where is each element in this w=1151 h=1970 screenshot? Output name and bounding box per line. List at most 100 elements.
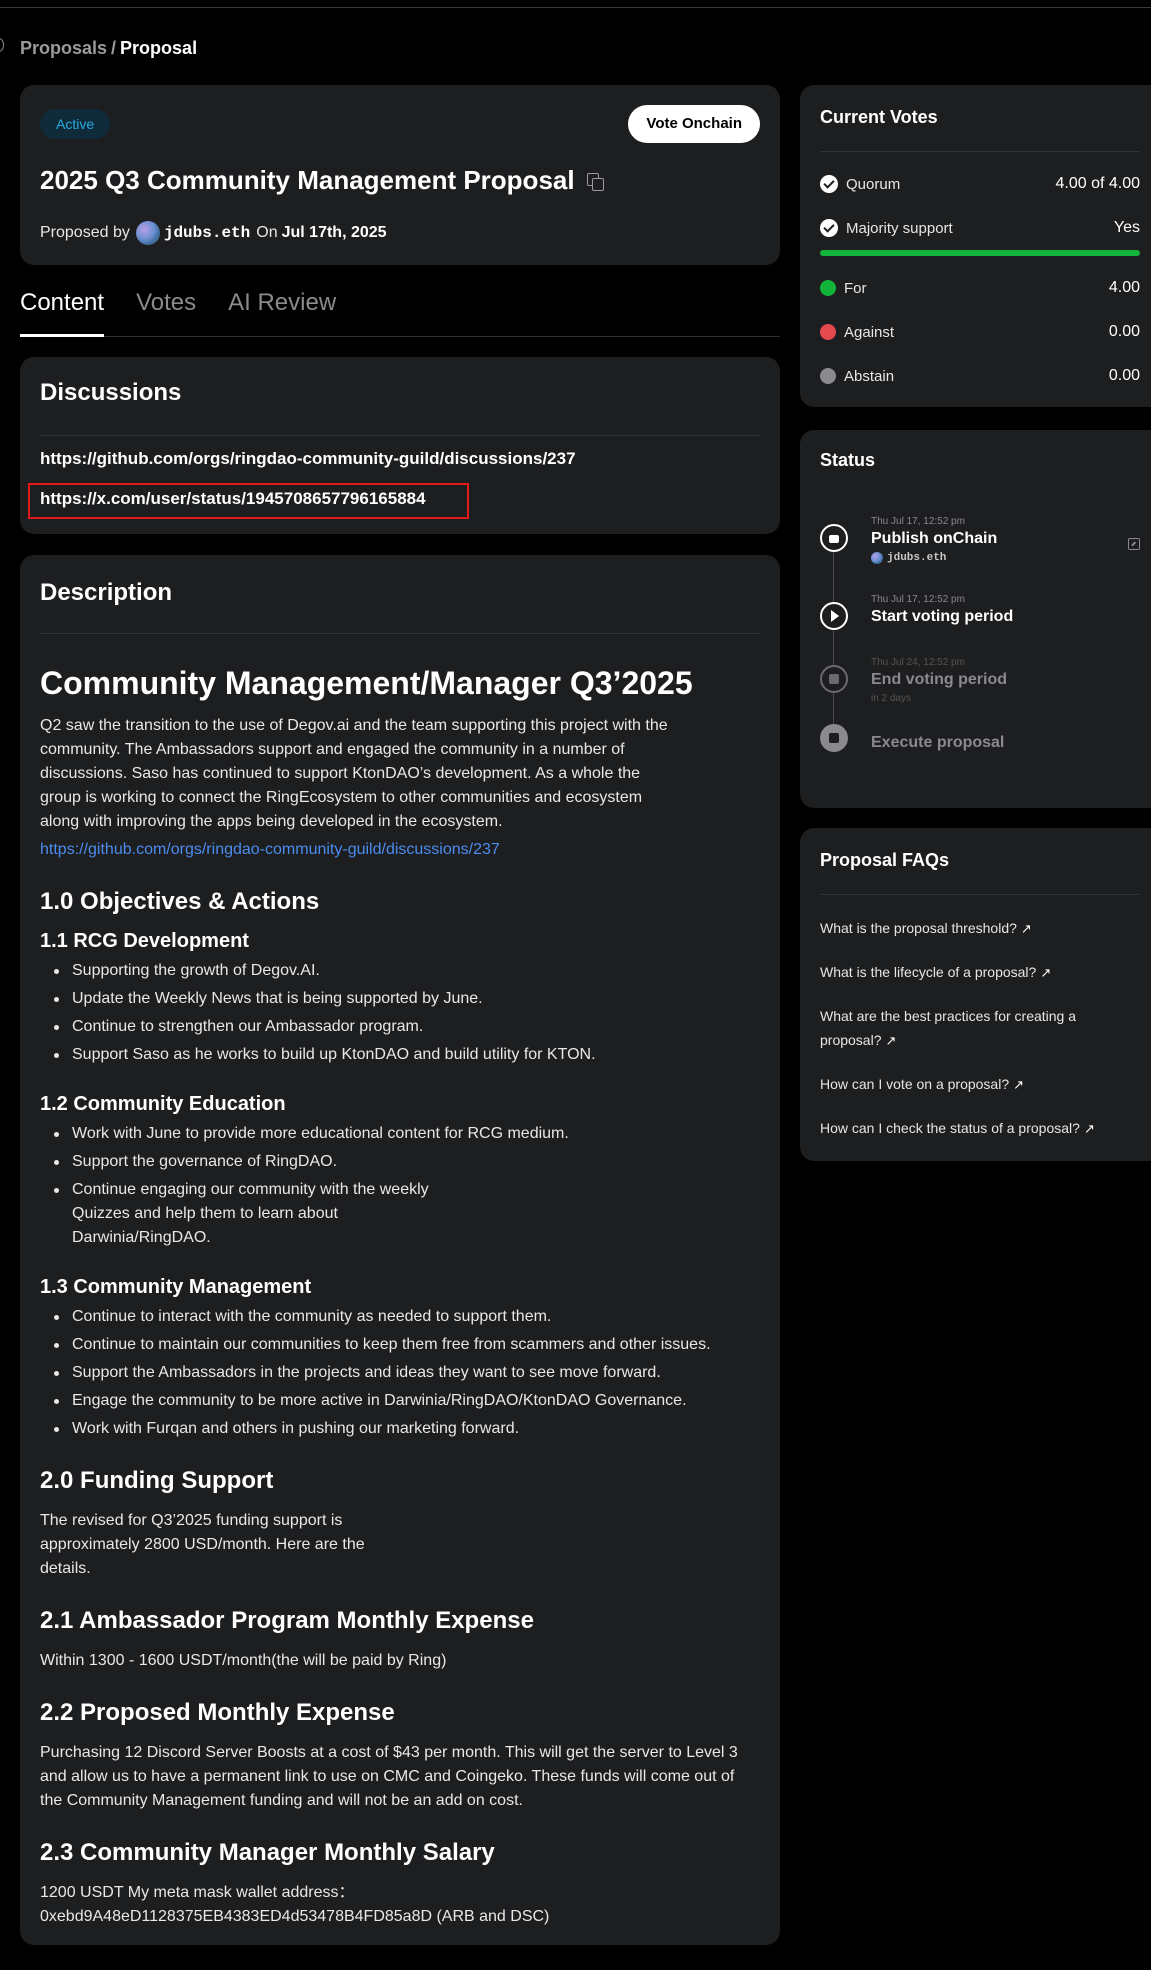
highlight-box	[28, 483, 469, 519]
arrow-up-right-icon: ↗	[1013, 1077, 1025, 1092]
stop-icon	[820, 665, 848, 693]
faq-question[interactable]: How can I vote on a proposal?	[820, 1076, 1009, 1092]
avatar	[871, 552, 883, 564]
list-item: Continue engaging our community with the…	[52, 1178, 472, 1250]
list-item: Support the Ambassadors in the projects …	[52, 1361, 760, 1385]
divider	[40, 633, 760, 634]
external-link-icon[interactable]	[1128, 538, 1140, 550]
step-name: Start voting period	[871, 608, 1014, 625]
step-time: Thu Jul 17, 12:52 pm	[871, 594, 965, 605]
author-link[interactable]: jdubs.eth	[164, 224, 250, 242]
section-heading: 1.3 Community Management	[40, 1276, 312, 1298]
step-time: Thu Jul 24, 12:52 pm	[871, 657, 965, 668]
faq-item[interactable]: What are the best practices for creating…	[820, 1004, 1100, 1053]
tab-ai-review[interactable]: AI Review	[228, 285, 336, 337]
description-body: Community Management/Manager Q3’2025 Q2 …	[40, 665, 760, 1929]
for-label: For	[844, 279, 867, 297]
list-item: Supporting the growth of Degov.AI.	[52, 959, 760, 983]
publish-icon	[820, 524, 848, 552]
check-icon	[820, 175, 838, 193]
status-title: Status	[820, 450, 876, 470]
intro-link[interactable]: https://github.com/orgs/ringdao-communit…	[40, 838, 760, 862]
majority-row: Majority support Yes	[820, 216, 1140, 240]
on-label: On	[256, 224, 278, 241]
faq-item[interactable]: How can I vote on a proposal? ↗	[820, 1072, 1110, 1097]
for-dot-icon	[820, 280, 836, 296]
breadcrumb-proposals-link[interactable]: Proposals	[20, 38, 107, 58]
abstain-label: Abstain	[844, 367, 895, 385]
faq-question[interactable]: What is the lifecycle of a proposal?	[820, 964, 1036, 980]
current-votes-title: Current Votes	[820, 107, 938, 127]
status-card: Status Thu Jul 17, 12:52 pm Publish onCh…	[800, 430, 1151, 808]
description-heading: Community Management/Manager Q3’2025	[40, 665, 693, 701]
arrow-up-right-icon: ↗	[1040, 965, 1052, 980]
timeline-step-end-voting: Thu Jul 24, 12:52 pm End voting period i…	[820, 657, 1140, 707]
proposal-header-card: Active Vote Onchain 2025 Q3 Community Ma…	[20, 85, 780, 265]
copy-icon[interactable]	[586, 173, 605, 192]
proposal-date: Jul 17th, 2025	[281, 224, 387, 241]
list-item: Support the governance of RingDAO.	[52, 1150, 760, 1174]
majority-value: Yes	[1113, 219, 1140, 236]
avatar	[135, 221, 160, 245]
arrow-up-right-icon: ↗	[1083, 1121, 1095, 1136]
faq-question[interactable]: What is the proposal threshold?	[820, 920, 1017, 936]
timeline-step-start-voting: Thu Jul 17, 12:52 pm Start voting period	[820, 594, 1140, 634]
list-item: Engage the community to be more active i…	[52, 1389, 760, 1413]
step-name: Publish onChain	[871, 530, 998, 547]
arrow-up-right-icon: ↗	[1020, 921, 1032, 936]
majority-label: Majority support	[846, 219, 953, 237]
check-icon	[820, 219, 838, 237]
status-badge: Active	[40, 109, 111, 139]
against-label: Against	[844, 323, 895, 341]
list-item: Support Saso as he works to build up Kto…	[52, 1043, 760, 1067]
quorum-value: 4.00 of 4.00	[1055, 175, 1140, 192]
abstain-dot-icon	[820, 368, 836, 384]
vote-onchain-button[interactable]: Vote Onchain	[628, 105, 760, 143]
page-title: 2025 Q3 Community Management Proposal	[40, 165, 605, 196]
back-icon[interactable]	[0, 38, 4, 52]
step-name: Execute proposal	[871, 734, 1005, 751]
execute-icon	[820, 724, 848, 752]
section-heading: 1.1 RCG Development	[40, 930, 249, 952]
faq-question[interactable]: How can I check the status of a proposal…	[820, 1120, 1080, 1136]
divider	[820, 151, 1140, 152]
monthly-expense-text: Purchasing 12 Discord Server Boosts at a…	[40, 1744, 738, 1809]
for-row: For 4.00	[820, 276, 1140, 300]
breadcrumb-separator: /	[111, 38, 117, 58]
step-name: End voting period	[871, 671, 1007, 688]
divider	[40, 435, 760, 436]
support-progress-fill	[820, 250, 1140, 256]
quorum-row: Quorum 4.00 of 4.00	[820, 172, 1140, 196]
list: Work with June to provide more education…	[52, 1122, 760, 1250]
section-heading: 1.2 Community Education	[40, 1093, 286, 1115]
description-title: Description	[40, 579, 173, 606]
timeline-step-publish: Thu Jul 17, 12:52 pm Publish onChain jdu…	[820, 516, 1140, 576]
section-heading: 2.3 Community Manager Monthly Salary	[40, 1839, 495, 1866]
list-item: Continue to maintain our communities to …	[52, 1333, 760, 1357]
funding-heading: 2.0 Funding Support	[40, 1467, 274, 1494]
faq-item[interactable]: What is the proposal threshold? ↗	[820, 916, 1110, 941]
abstain-value: 0.00	[1108, 367, 1140, 384]
arrow-up-right-icon: ↗	[885, 1033, 897, 1048]
list-item: Work with June to provide more education…	[52, 1122, 760, 1146]
list: Continue to interact with the community …	[52, 1305, 760, 1441]
discussion-link-github[interactable]: https://github.com/orgs/ringdao-communit…	[40, 449, 576, 469]
faq-item[interactable]: How can I check the status of a proposal…	[820, 1116, 1110, 1141]
content-tabs: Content Votes AI Review	[20, 285, 780, 337]
objectives-heading: 1.0 Objectives & Actions	[40, 888, 320, 915]
faq-item[interactable]: What is the lifecycle of a proposal? ↗	[820, 960, 1110, 985]
tab-content[interactable]: Content	[20, 285, 105, 337]
ambassador-expense-text: Within 1300 - 1600 USDT/month(the will b…	[40, 1652, 447, 1669]
section-heading: 2.2 Proposed Monthly Expense	[40, 1699, 395, 1726]
timeline-step-execute: Execute proposal	[820, 716, 1140, 756]
play-icon	[820, 602, 848, 630]
tab-votes[interactable]: Votes	[136, 285, 196, 337]
top-divider	[0, 7, 1151, 8]
for-value: 4.00	[1108, 279, 1140, 296]
funding-paragraph: The revised for Q3’2025 funding support …	[40, 1512, 365, 1577]
faq-card: Proposal FAQs What is the proposal thres…	[800, 828, 1151, 1161]
faq-question[interactable]: What are the best practices for creating…	[820, 1008, 1076, 1048]
list: Supporting the growth of Degov.AI. Updat…	[52, 959, 760, 1067]
list-item: Work with Furqan and others in pushing o…	[52, 1417, 760, 1441]
against-row: Against 0.00	[820, 320, 1140, 344]
